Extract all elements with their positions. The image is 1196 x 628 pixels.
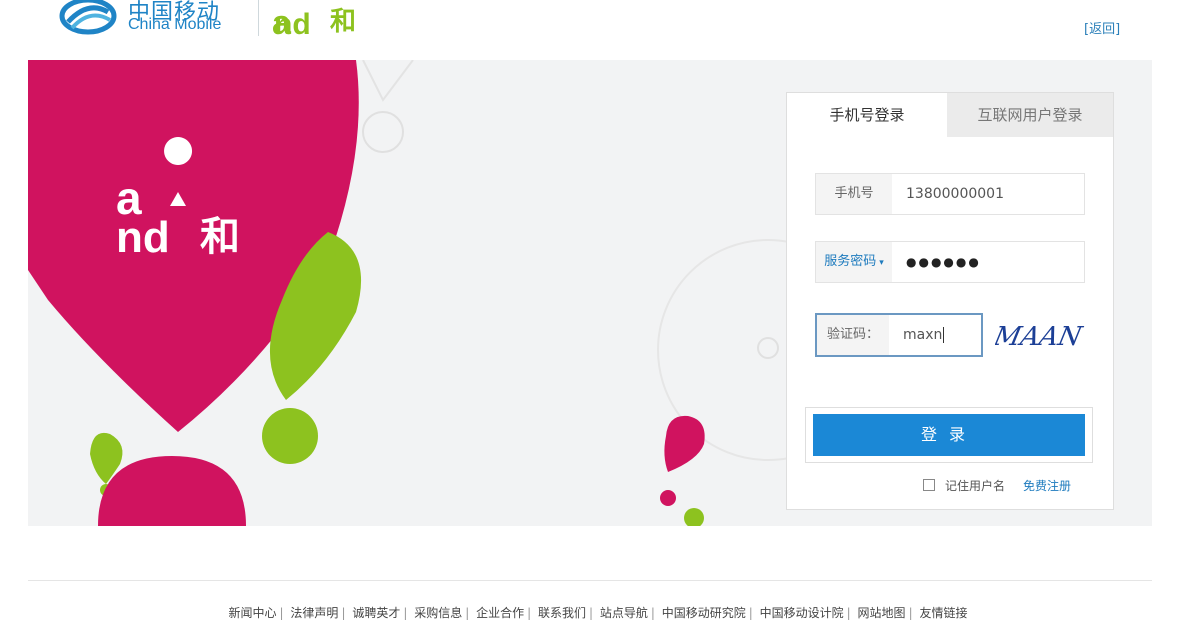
phone-label: 手机号 [816, 174, 892, 214]
phone-value[interactable]: 13800000001 [906, 174, 1004, 214]
back-link[interactable]: [返回] [1084, 18, 1120, 37]
footer-link-procurement[interactable]: 采购信息 [414, 606, 462, 620]
decor-ring [362, 111, 404, 153]
tab-phone-login[interactable]: 手机号登录 [787, 93, 947, 137]
register-link[interactable]: 免费注册 [1023, 477, 1071, 495]
password-value[interactable]: ●●●●●● [906, 242, 981, 282]
remember-label[interactable]: 记住用户名 [945, 477, 1005, 495]
phone-field[interactable]: 手机号 13800000001 [815, 173, 1085, 215]
password-type-select[interactable]: 服务密码 ▾ [816, 242, 892, 282]
china-mobile-logo-icon [59, 0, 117, 35]
captcha-image[interactable]: MAAN [995, 315, 1085, 355]
tab-internet-login[interactable]: 互联网用户登录 [947, 93, 1113, 137]
text-cursor [943, 327, 945, 343]
footer-link-sitenav[interactable]: 站点导航 [600, 606, 648, 620]
footer-link-design[interactable]: 中国移动设计院 [760, 606, 844, 620]
green-circle-large [262, 408, 318, 464]
header: 中国移动 China Mobile a nd 和 [返回] [0, 0, 1196, 58]
magenta-small-pin [664, 415, 705, 472]
captcha-value[interactable]: maxn [903, 315, 945, 355]
svg-text:nd: nd [116, 213, 170, 262]
footer-link-careers[interactable]: 诚聘英才 [352, 606, 400, 620]
header-divider [258, 0, 259, 36]
footer-link-friends[interactable]: 友情链接 [919, 606, 967, 620]
footer-link-sitemap[interactable]: 网站地图 [858, 606, 906, 620]
footer-link-contact[interactable]: 联系我们 [538, 606, 586, 620]
magenta-semicircle [98, 456, 246, 526]
login-panel: 手机号登录 互联网用户登录 手机号 13800000001 服务密码 ▾ ●●●●… [786, 92, 1114, 510]
svg-text:和: 和 [330, 7, 356, 37]
footer-link-research[interactable]: 中国移动研究院 [662, 606, 746, 620]
chevron-down-icon: ▾ [879, 258, 884, 268]
footer-links: 新闻中心 | 法律声明 | 诚聘英才 | 采购信息 | 企业合作 | 联系我们 | 站点导航… [228, 606, 968, 620]
brand-en: China Mobile [128, 16, 222, 33]
svg-text:和: 和 [200, 214, 240, 260]
remember-checkbox[interactable] [923, 479, 935, 491]
login-button-frame: 登录 [805, 407, 1093, 463]
footer-link-partners[interactable]: 企业合作 [476, 606, 524, 620]
svg-text:nd: nd [274, 8, 311, 41]
footer-link-news[interactable]: 新闻中心 [229, 606, 277, 620]
footer-divider [28, 580, 1152, 581]
svg-text:MAAN: MAAN [995, 322, 1085, 352]
login-button[interactable]: 登录 [813, 414, 1085, 456]
password-field[interactable]: 服务密码 ▾ ●●●●●● [815, 241, 1085, 283]
captcha-field[interactable]: 验证码： maxn [815, 313, 983, 357]
and-logo-icon: a nd 和 [272, 4, 356, 42]
footer-link-legal[interactable]: 法律声明 [290, 606, 338, 620]
captcha-label: 验证码： [817, 315, 889, 355]
